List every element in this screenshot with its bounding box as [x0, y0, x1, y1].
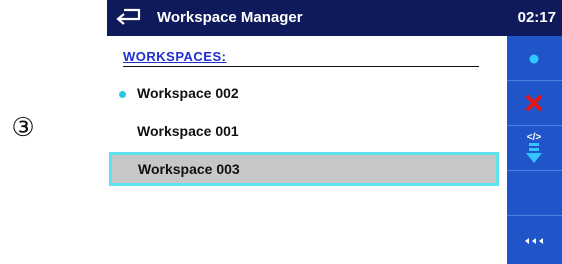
- export-download-icon: </>: [526, 132, 542, 163]
- workspace-row-002[interactable]: Workspace 002: [107, 78, 497, 108]
- more-options-button[interactable]: [507, 216, 562, 264]
- workspace-label: Workspace 001: [137, 123, 239, 139]
- clock: 02:17: [517, 9, 556, 26]
- open-workspace-button[interactable]: [507, 36, 562, 81]
- export-workspace-button[interactable]: </>: [507, 126, 562, 171]
- empty-sidebar-slot: [507, 171, 562, 216]
- step-marker: ③: [11, 113, 35, 143]
- instrument-screen: Workspace Manager 02:17 WORKSPACES: Work…: [107, 0, 562, 264]
- page-title: Workspace Manager: [157, 9, 303, 26]
- workspace-label: Workspace 003: [138, 161, 240, 177]
- open-dot-icon: [529, 54, 539, 64]
- back-arrow-icon[interactable]: [115, 5, 143, 27]
- active-workspace-dot-icon: [119, 91, 126, 98]
- title-bar: Workspace Manager 02:17: [107, 0, 562, 36]
- workspaces-header: WORKSPACES:: [123, 48, 479, 67]
- more-options-icon: [525, 238, 543, 244]
- delete-workspace-button[interactable]: [507, 81, 562, 126]
- workspace-list-panel: WORKSPACES: Workspace 002 Workspace 001 …: [107, 36, 507, 264]
- action-sidebar: </>: [507, 36, 562, 264]
- workspaces-header-label: WORKSPACES:: [123, 49, 227, 64]
- workspace-row-001[interactable]: Workspace 001: [107, 116, 497, 146]
- workspace-label: Workspace 002: [137, 85, 239, 101]
- workspace-row-003[interactable]: Workspace 003: [109, 152, 499, 186]
- svg-text:</>: </>: [527, 132, 542, 143]
- delete-x-icon: [526, 95, 542, 111]
